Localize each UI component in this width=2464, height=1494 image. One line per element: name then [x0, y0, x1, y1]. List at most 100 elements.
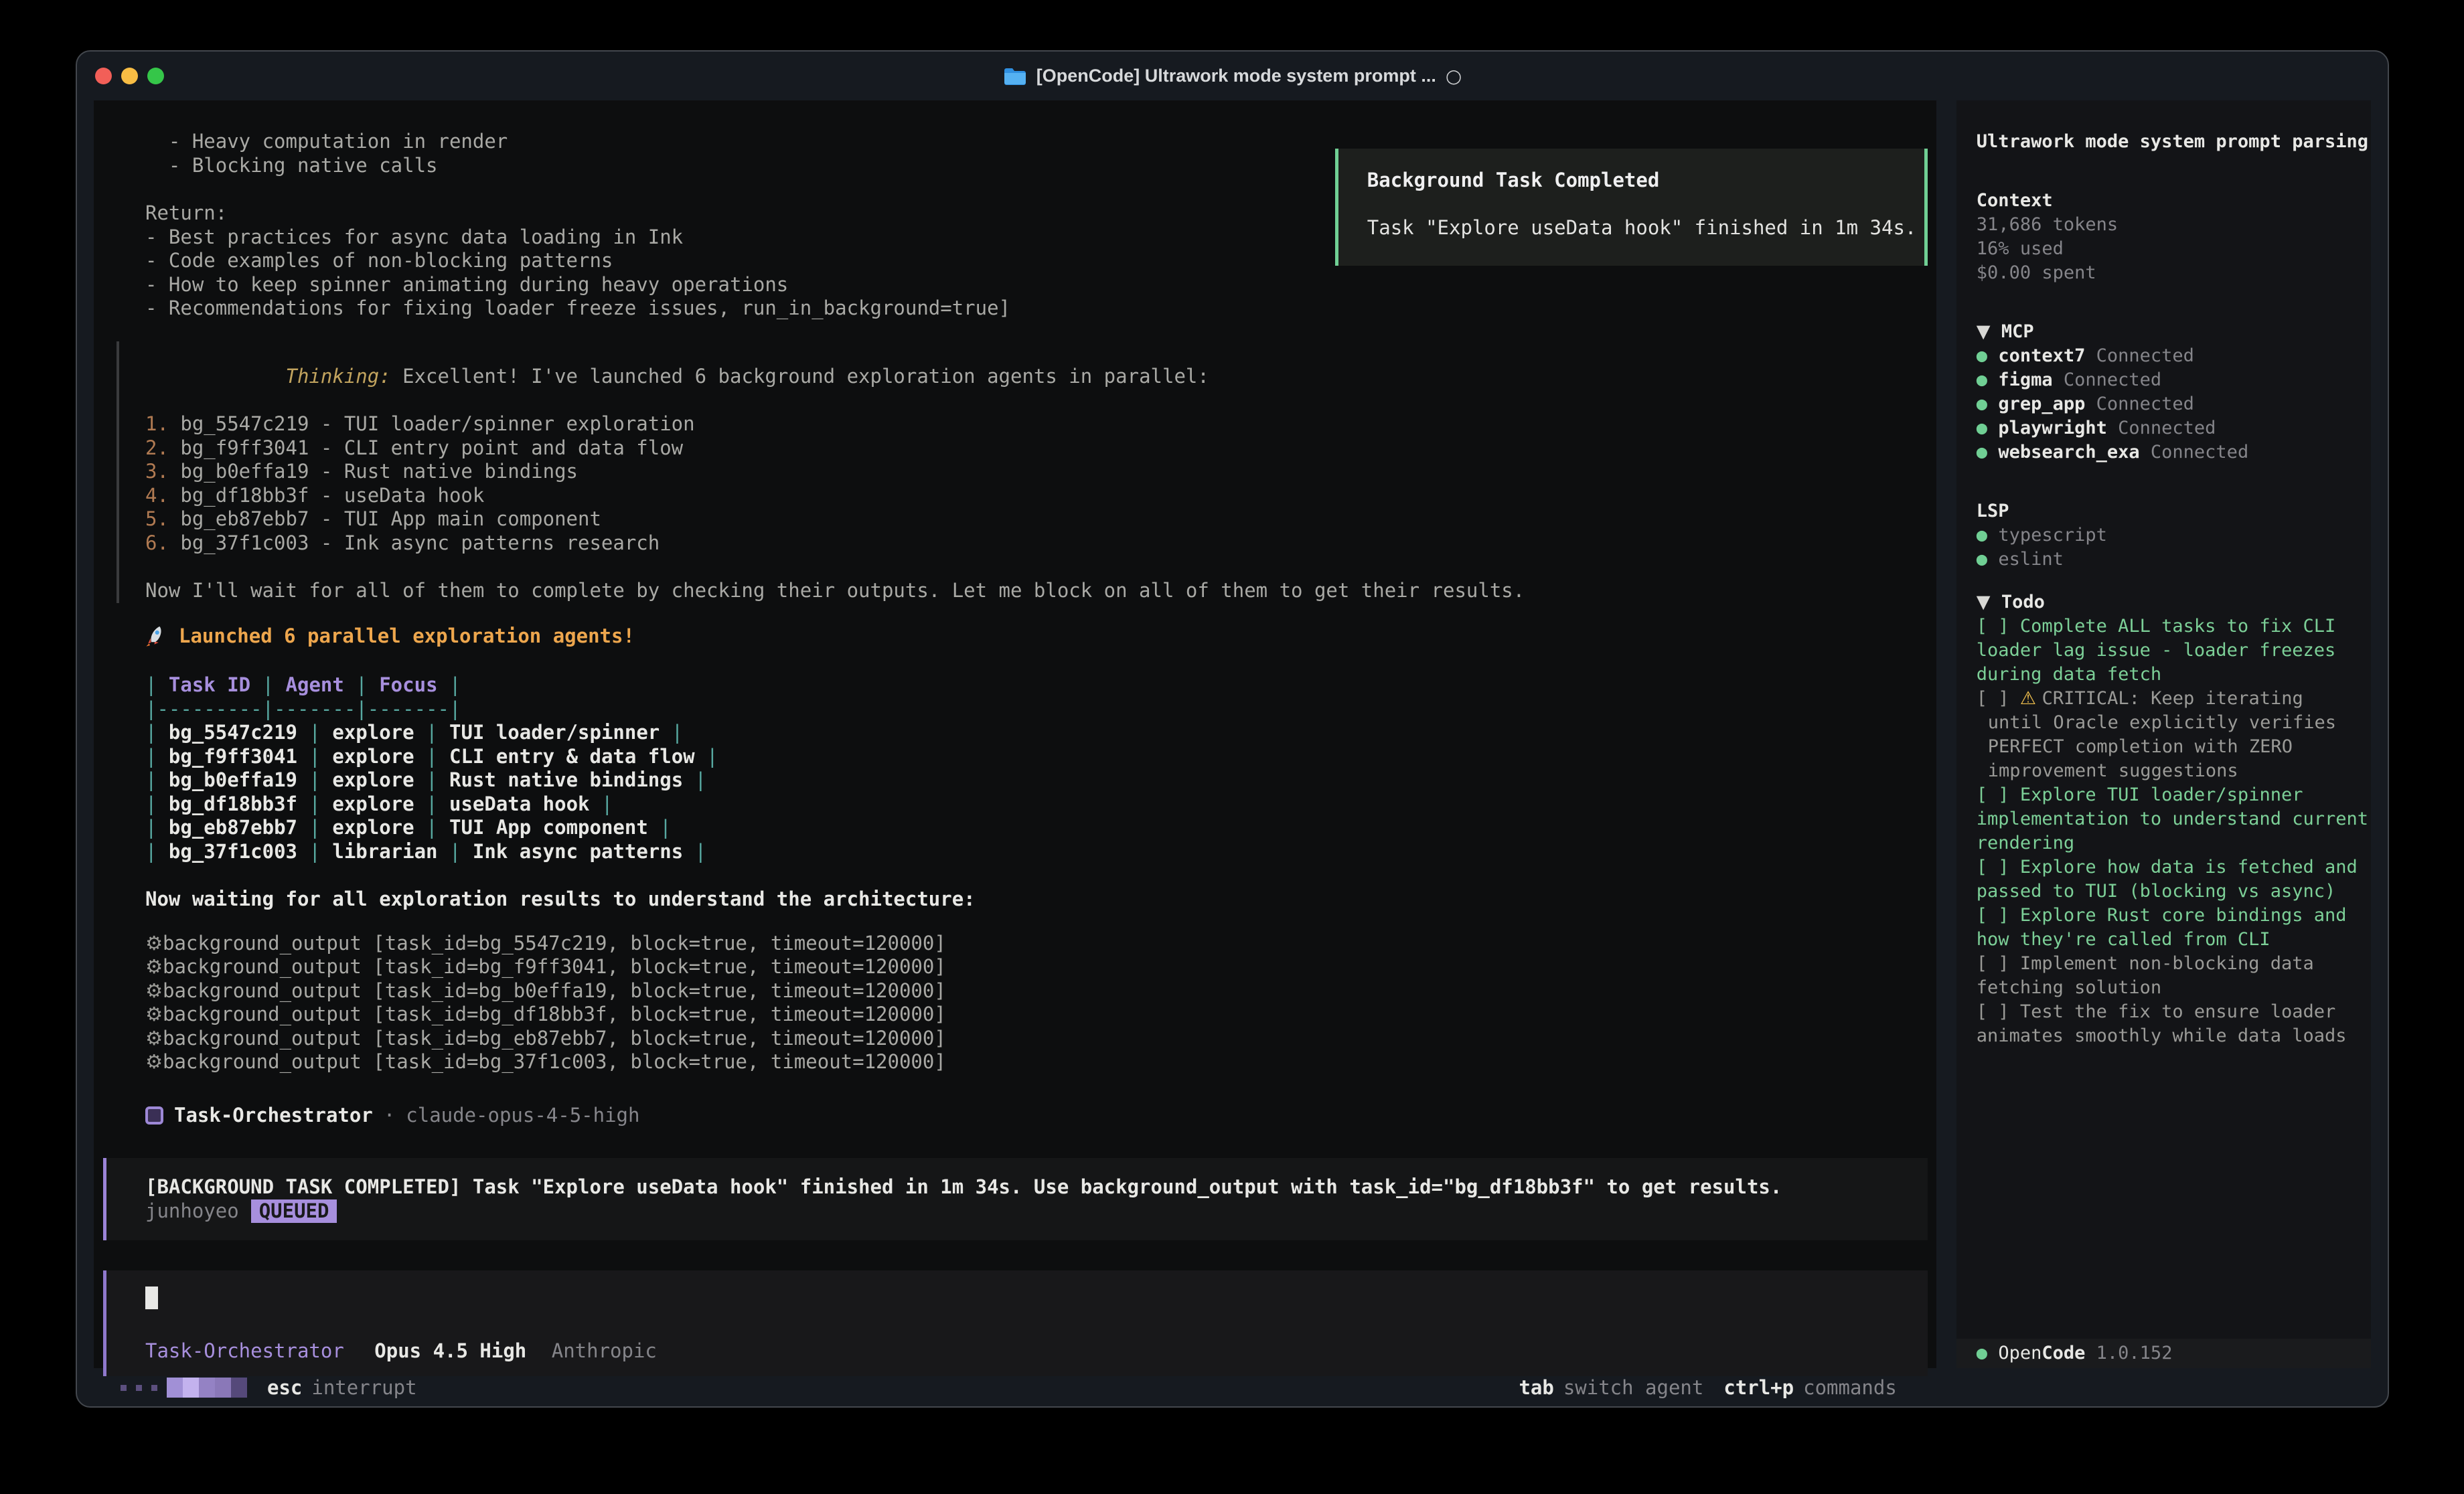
table-cell: bg_f9ff3041 [157, 745, 309, 768]
gear-icon: ⚙︎ [145, 1003, 163, 1025]
provider-label: Anthropic [552, 1339, 657, 1362]
mcp-item: ● context7 Connected [1977, 344, 2368, 368]
context-stat: 16% used [1977, 237, 2368, 261]
todo-checkbox: [ ] [1977, 1001, 2020, 1022]
todo-checkbox: [ ] [1977, 953, 2020, 974]
status-bar-left: esc interrupt [121, 1376, 417, 1399]
todo-heading-text: Todo [2001, 592, 2045, 612]
todo-item: [ ] Test the fix to ensure loader animat… [1977, 1000, 2368, 1048]
background-task-message-text: [BACKGROUND TASK COMPLETED] Task "Explor… [145, 1175, 1782, 1198]
lsp-heading: LSP [1956, 499, 2371, 523]
mcp-heading-row: ▼ MCP [1956, 320, 2371, 344]
close-window-button[interactable] [95, 68, 112, 84]
todo-item: [ ] Implement non-blocking data fetching… [1977, 952, 2368, 1000]
brand-open: Open [1998, 1341, 2042, 1365]
minimize-window-button[interactable] [121, 68, 138, 84]
return-heading-text: Return: [145, 201, 227, 224]
thinking-item: 6. bg_37f1c003 - Ink async patterns rese… [145, 531, 1920, 556]
version-spacer [2085, 1341, 2096, 1365]
ctrlp-key-label: commands [1803, 1376, 1897, 1399]
thinking-list: 1. bg_5547c219 - TUI loader/spinner expl… [145, 412, 1920, 555]
table-cell: Ink async patterns [461, 840, 694, 863]
table-cell: CLI entry & data flow [438, 745, 707, 768]
status-bar-right: tab switch agent ctrl+p commands [1519, 1376, 1896, 1399]
table-cell: bg_df18bb3f [157, 793, 309, 815]
tool-call-text: background_output [task_id=bg_eb87ebb7, … [163, 1027, 946, 1050]
lsp-item: ● typescript [1977, 523, 2368, 548]
table-cell: Rust native bindings [438, 768, 695, 791]
window-title: [OpenCode] Ultrawork mode system prompt … [1003, 65, 1462, 87]
todo-item: [ ] Complete ALL tasks to fix CLI loader… [1977, 614, 2368, 687]
table-row: | bg_37f1c003 | librarian | Ink async pa… [145, 840, 1920, 864]
thinking-item: 1. bg_5547c219 - TUI loader/spinner expl… [145, 412, 1920, 436]
spinner-block [215, 1378, 231, 1398]
table-cell: bg_b0effa19 [157, 768, 309, 791]
mcp-item-name: figma [1998, 369, 2052, 390]
spacer [1956, 285, 2371, 320]
mcp-item-status: Connected [2085, 394, 2194, 414]
mcp-item-name: playwright [1998, 418, 2107, 438]
todo-checkbox: [ ] [1977, 688, 2020, 709]
record-status-icon: ○ [1446, 65, 1462, 87]
agent-model: claude-opus-4-5-high [406, 1104, 639, 1128]
folder-icon [1003, 66, 1027, 86]
table-header-row: | Task ID | Agent | Focus | [145, 673, 1920, 697]
status-dot-icon: ● [1977, 442, 1999, 463]
status-dot-icon: ● [1977, 345, 1999, 366]
rocket-icon [145, 625, 168, 647]
agent-badge-icon [145, 1106, 163, 1125]
tool-call-line: ⚙︎background_output [task_id=bg_df18bb3f… [145, 1003, 1920, 1027]
agent-status-line: Task-Orchestrator · claude-opus-4-5-high [145, 1104, 1920, 1128]
spacer [145, 648, 1920, 673]
thinking-item: 5. bg_eb87ebb7 - TUI App main component [145, 507, 1920, 531]
brand-spacer [1987, 1341, 1998, 1365]
table-cell: librarian [321, 840, 449, 863]
username: junhoyeo [145, 1199, 239, 1222]
todo-item-text: Implement non-blocking data fetching sol… [1977, 953, 2314, 998]
tool-call-text: background_output [task_id=bg_5547c219, … [163, 932, 946, 954]
mcp-item-name: grep_app [1998, 394, 2085, 414]
background-task-meta-line: junhoyeo QUEUED [145, 1199, 1908, 1224]
table-cell: explore [321, 745, 426, 768]
mcp-item-status: Connected [2107, 418, 2216, 438]
collapse-triangle-icon[interactable]: ▼ [1977, 321, 1991, 342]
mcp-heading [1991, 321, 2001, 342]
thinking-item-text: bg_eb87ebb7 - TUI App main component [169, 507, 601, 530]
todo-item-text: Test the fix to ensure loader animates s… [1977, 1001, 2347, 1046]
thinking-item-number: 2. [145, 436, 169, 459]
collapse-triangle-icon[interactable]: ▼ [1977, 592, 1991, 612]
mcp-item: ● playwright Connected [1977, 416, 2368, 440]
spacer [145, 321, 1920, 341]
waiting-heading: Now waiting for all exploration results … [145, 888, 1920, 912]
agent-name: Task-Orchestrator [174, 1104, 373, 1128]
agent-separator: · [384, 1104, 395, 1128]
todo-item: [ ] Explore how data is fetched and pass… [1977, 855, 2368, 904]
mcp-item-status: Connected [2053, 369, 2162, 390]
todo-item: [ ] Explore Rust core bindings and how t… [1977, 904, 2368, 952]
launched-banner: Launched 6 parallel exploration agents! [145, 625, 1920, 649]
sidebar-footer: ● OpenCode 1.0.152 [1956, 1339, 2371, 1368]
input-meta-row: Task-Orchestrator Opus 4.5 High Anthropi… [145, 1339, 1908, 1363]
spacer [145, 603, 1920, 625]
sidebar: Ultrawork mode system prompt parsing Con… [1956, 100, 2371, 1368]
thinking-item-text: bg_df18bb3f - useData hook [169, 484, 484, 507]
tab-key-hint: tab [1519, 1376, 1553, 1399]
background-task-message: [BACKGROUND TASK COMPLETED] Task "Explor… [103, 1158, 1928, 1240]
status-dot-icon: ● [1977, 369, 1999, 390]
background-task-toast[interactable]: Background Task Completed Task "Explore … [1335, 149, 1928, 266]
status-bar: esc interrupt tab switch agent ctrl+p co… [94, 1376, 1936, 1399]
spacer [1956, 572, 2371, 590]
lsp-item: ● eslint [1977, 548, 2368, 572]
spinner-block [199, 1378, 215, 1398]
queued-badge: QUEUED [251, 1199, 337, 1224]
table-header-cell: Task ID [157, 673, 262, 696]
tool-call-text: background_output [task_id=bg_f9ff3041, … [163, 955, 946, 978]
todo-item-text: Complete ALL tasks to fix CLI loader lag… [1977, 616, 2335, 685]
todo-list: [ ] Complete ALL tasks to fix CLI loader… [1956, 614, 2371, 1048]
gear-icon: ⚙︎ [145, 955, 163, 978]
table-row: | bg_eb87ebb7 | explore | TUI App compon… [145, 816, 1920, 840]
gear-icon: ⚙︎ [145, 1027, 163, 1050]
thinking-intro-text: Excellent! I've launched 6 background ex… [391, 365, 1209, 388]
zoom-window-button[interactable] [147, 68, 164, 84]
prompt-input[interactable]: Task-Orchestrator Opus 4.5 High Anthropi… [103, 1270, 1928, 1376]
